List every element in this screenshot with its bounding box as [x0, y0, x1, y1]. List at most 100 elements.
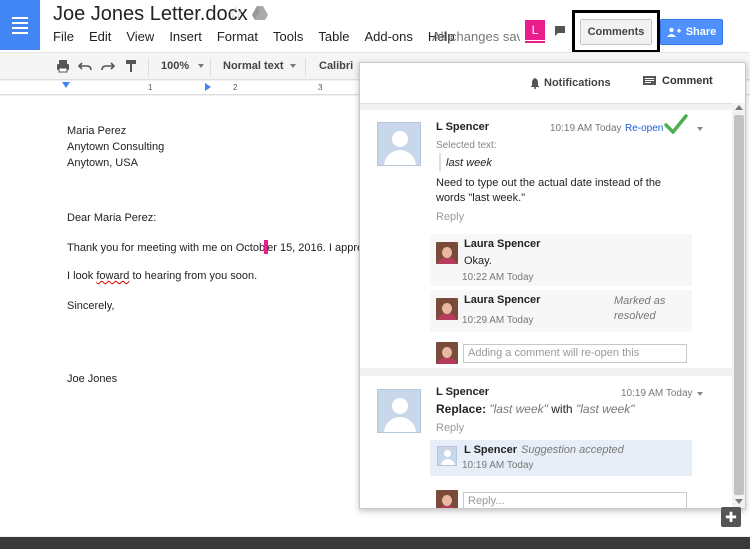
zoom-caret-icon — [198, 64, 204, 68]
zoom-select[interactable]: 100% — [161, 60, 189, 72]
menu-insert[interactable]: Insert — [169, 29, 202, 44]
notifications-label: Notifications — [544, 77, 611, 89]
selected-text: last week — [446, 157, 492, 169]
toolbar-separator — [210, 58, 211, 76]
star-icon[interactable]: ☆ — [228, 4, 243, 24]
selected-text-label: Selected text: — [436, 140, 497, 151]
text-run: Thank you for meeting with me on Octob — [67, 242, 266, 254]
avatar — [377, 389, 421, 433]
resolved-status: Marked as resolved — [614, 295, 666, 322]
ruler-number: 3 — [318, 83, 323, 92]
ruler-number: 1 — [148, 83, 153, 92]
reply-time: 10:22 AM Today — [462, 272, 534, 283]
tab-stop-icon[interactable] — [205, 83, 211, 91]
doc-line: Sincerely, — [67, 300, 115, 312]
resolved-check-icon — [664, 114, 688, 134]
scroll-up-icon[interactable] — [735, 105, 743, 110]
reply-author: Laura Spencer — [464, 238, 541, 250]
avatar — [436, 490, 458, 508]
comments-button[interactable]: Comments — [580, 19, 652, 45]
text-run: er 15, 2016. I apprec — [267, 242, 369, 254]
comment-menu-caret-icon[interactable] — [697, 127, 703, 131]
comment-icon — [643, 75, 656, 85]
reply-item: L Spencer Suggestion accepted 10:19 AM T… — [430, 440, 692, 476]
avatar — [377, 122, 421, 166]
notifications-button[interactable]: Notifications — [530, 77, 611, 89]
comments-panel: Notifications Comment L Spencer 10:19 AM… — [359, 62, 746, 509]
menu-add-ons[interactable]: Add-ons — [364, 29, 412, 44]
share-button[interactable]: Share — [660, 19, 723, 45]
avatar — [436, 342, 458, 364]
comment-author: L Spencer — [436, 386, 489, 398]
collaborator-avatar[interactable]: L — [525, 20, 545, 43]
doc-line: Anytown Consulting — [67, 141, 165, 153]
reopen-link[interactable]: Re-open — [625, 123, 663, 134]
reply-time: 10:19 AM Today — [462, 460, 534, 471]
paint-format-icon[interactable] — [124, 59, 138, 73]
chat-icon[interactable] — [549, 20, 571, 42]
menu-file[interactable]: File — [53, 29, 74, 44]
menu-view[interactable]: View — [126, 29, 154, 44]
menu-format[interactable]: Format — [217, 29, 258, 44]
reply-item: Laura Spencer Okay. 10:22 AM Today — [430, 234, 692, 286]
quote-bar — [439, 153, 441, 171]
share-people-icon — [666, 27, 681, 37]
replace-from: "last week" — [489, 402, 548, 416]
menu-edit[interactable]: Edit — [89, 29, 111, 44]
doc-line: Thank you for meeting with me on Octob er… — [67, 240, 369, 254]
share-label: Share — [685, 26, 717, 38]
document-title[interactable]: Joe Jones Letter.docx — [53, 3, 248, 26]
undo-icon[interactable] — [78, 59, 92, 73]
indent-marker-icon[interactable] — [62, 82, 70, 90]
avatar — [437, 446, 457, 466]
doc-line: Maria Perez — [67, 125, 127, 137]
replace-label: Replace: — [436, 402, 487, 416]
comments-panel-header: Notifications Comment — [360, 63, 745, 103]
toolbar-separator — [305, 58, 306, 76]
suggestion-thread[interactable]: L Spencer 10:19 AM Today Replace: "last … — [360, 376, 732, 508]
reply-text: Okay. — [464, 255, 492, 267]
print-icon[interactable] — [56, 59, 70, 73]
reply-input[interactable]: Adding a comment will re-open this — [463, 344, 687, 363]
text-run: to hearing from you soon. — [129, 270, 258, 282]
save-status[interactable]: All changes saved in Drive — [432, 29, 520, 44]
with-word: with — [551, 402, 573, 416]
doc-line: I look foward to hearing from you soon. — [67, 270, 257, 282]
reply-item: Laura Spencer Marked as resolved 10:29 A… — [430, 290, 692, 332]
comments-list[interactable]: L Spencer 10:19 AM Today Re-open Selecte… — [360, 103, 732, 508]
misspelled-word[interactable]: foward — [96, 270, 129, 282]
reply-time: 10:29 AM Today — [462, 315, 534, 326]
doc-line: Dear Maria Perez: — [67, 212, 157, 224]
avatar — [436, 242, 458, 264]
avatar — [436, 298, 458, 320]
menu-table[interactable]: Table — [318, 29, 349, 44]
reply-link[interactable]: Reply — [436, 422, 464, 434]
text-run: I look — [67, 270, 97, 282]
app-header: Joe Jones Letter.docx ☆ File Edit View I… — [0, 0, 750, 53]
menu-bar: File Edit View Insert Format Tools Table… — [53, 29, 470, 44]
menu-tools[interactable]: Tools — [273, 29, 303, 44]
font-select[interactable]: Calibri — [319, 60, 353, 72]
comment-time: 10:19 AM Today — [550, 123, 622, 134]
toolbar-separator — [148, 58, 149, 76]
comment-thread[interactable]: L Spencer 10:19 AM Today Re-open Selecte… — [360, 110, 732, 368]
suggestion-text: Replace: "last week" with "last week" — [436, 402, 635, 417]
reply-author: Laura Spencer — [464, 294, 541, 306]
scroll-down-icon[interactable] — [735, 499, 743, 504]
docs-logo-icon[interactable] — [0, 0, 40, 50]
comment-author: L Spencer — [436, 121, 489, 133]
scrollbar[interactable] — [732, 103, 745, 508]
doc-line: Joe Jones — [67, 373, 118, 385]
comment-menu-caret-icon[interactable] — [697, 392, 703, 396]
reply-author: L Spencer — [464, 444, 517, 456]
redo-icon[interactable] — [101, 59, 115, 73]
reply-input[interactable]: Reply... — [463, 492, 687, 508]
reply-link[interactable]: Reply — [436, 211, 464, 223]
style-select[interactable]: Normal text — [223, 60, 284, 72]
move-to-folder-icon[interactable] — [252, 5, 268, 21]
add-comment-button[interactable]: Comment — [643, 75, 713, 87]
scrollbar-thumb[interactable] — [734, 115, 744, 495]
explore-icon[interactable]: ✚ — [721, 507, 741, 527]
comment-body: words "last week." — [436, 192, 526, 204]
doc-line: Anytown, USA — [67, 157, 138, 169]
